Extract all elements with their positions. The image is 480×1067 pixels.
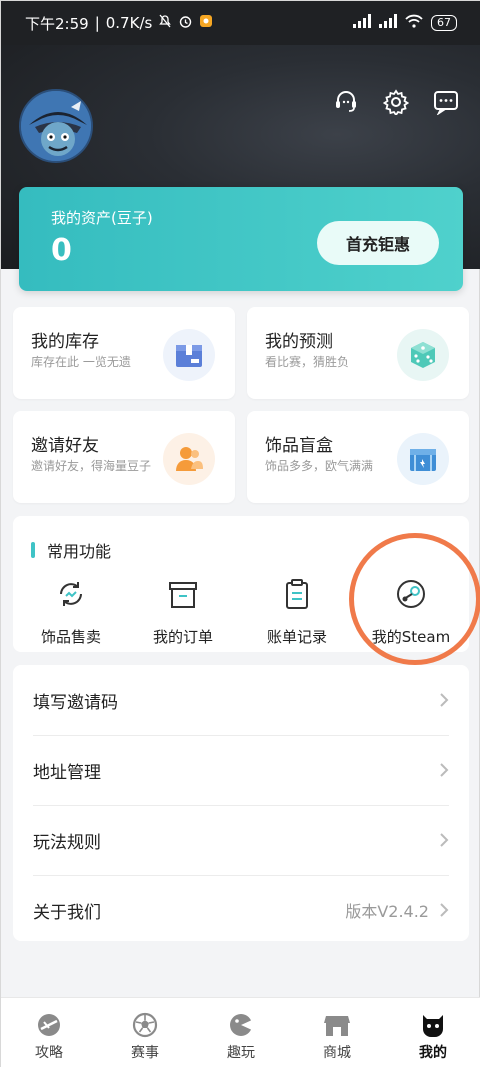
list-item-address[interactable]: 地址管理 <box>13 735 469 805</box>
section-accent-bar <box>31 542 35 558</box>
tab-label: 商城 <box>323 1045 351 1061</box>
fun-icon <box>230 1014 252 1036</box>
trade-icon <box>21 576 121 612</box>
function-sell-items[interactable]: 饰品售卖 <box>21 576 121 647</box>
tab-label: 攻略 <box>35 1045 63 1061</box>
guide-icon <box>38 1014 60 1036</box>
function-label: 账单记录 <box>266 628 327 646</box>
list-item-label: 关于我们 <box>33 902 101 923</box>
tab-profile[interactable]: 我的 <box>385 998 480 1067</box>
asset-label: 我的资产(豆子) <box>51 209 153 227</box>
card-title: 饰品盲盒 <box>265 436 333 456</box>
blind-box-icon <box>397 433 449 485</box>
tab-guide[interactable]: 攻略 <box>1 998 97 1067</box>
first-recharge-button[interactable]: 首充钜惠 <box>317 221 439 265</box>
tab-events[interactable]: 赛事 <box>97 998 193 1067</box>
card-title: 我的库存 <box>31 332 99 352</box>
signal-2-icon <box>379 14 397 32</box>
app-screen: 下午2:59 | 0.7K/s 67 我的资产(豆子) 0 首充钜惠 我的库存 … <box>0 0 480 1067</box>
wifi-icon <box>405 14 423 32</box>
chevron-right-icon <box>440 903 449 917</box>
card-subtitle: 库存在此 一览无遗 <box>31 355 131 369</box>
chevron-right-icon <box>440 833 449 847</box>
network-speed: 0.7K/s <box>105 14 153 32</box>
status-time: 下午2:59 <box>25 14 89 33</box>
card-title: 邀请好友 <box>31 436 99 456</box>
dice-icon <box>397 329 449 381</box>
list-item-label: 填写邀请码 <box>33 692 118 713</box>
avatar[interactable] <box>19 89 93 163</box>
list-item-rules[interactable]: 玩法规则 <box>13 805 469 875</box>
card-subtitle: 看比赛，猜胜负 <box>265 355 350 369</box>
blind-box-card[interactable]: 饰品盲盒 饰品多多，欧气满满 <box>247 411 469 503</box>
bill-icon <box>247 576 347 612</box>
bottom-tab-bar: 攻略 赛事 趣玩 商城 我的 <box>1 997 480 1067</box>
status-bar: 下午2:59 | 0.7K/s 67 <box>1 1 480 45</box>
function-label: 饰品售卖 <box>40 628 101 646</box>
prediction-card[interactable]: 我的预测 看比赛，猜胜负 <box>247 307 469 399</box>
asset-card: 我的资产(豆子) 0 首充钜惠 <box>19 187 463 291</box>
list-item-label: 玩法规则 <box>33 832 101 853</box>
alarm-icon <box>178 14 193 33</box>
customer-service-icon[interactable] <box>333 89 359 115</box>
inventory-card[interactable]: 我的库存 库存在此 一览无遗 <box>13 307 235 399</box>
profile-icon <box>423 1015 443 1037</box>
gear-icon[interactable] <box>383 89 409 115</box>
signal-icon <box>353 14 371 32</box>
mute-icon <box>158 14 172 32</box>
tab-label: 我的 <box>419 1045 447 1061</box>
list-item-label: 地址管理 <box>33 762 101 783</box>
chevron-right-icon <box>440 693 449 707</box>
chevron-right-icon <box>440 763 449 777</box>
card-subtitle: 邀请好友，得海量豆子 <box>31 459 152 473</box>
settings-list: 填写邀请码 地址管理 玩法规则 关于我们 版本V2.4.2 <box>13 665 469 941</box>
tab-fun[interactable]: 趣玩 <box>193 998 289 1067</box>
soccer-ball-icon <box>132 1012 158 1038</box>
highlight-circle-annotation <box>349 533 480 665</box>
list-item-about[interactable]: 关于我们 版本V2.4.2 <box>13 875 469 945</box>
list-item-invite-code[interactable]: 填写邀请码 <box>13 665 469 735</box>
message-icon[interactable] <box>433 89 459 115</box>
invite-card[interactable]: 邀请好友 邀请好友，得海量豆子 <box>13 411 235 503</box>
function-label: 我的订单 <box>152 628 213 646</box>
tab-label: 趣玩 <box>227 1045 255 1061</box>
section-title: 常用功能 <box>47 542 112 561</box>
order-icon <box>133 576 233 612</box>
card-subtitle: 饰品多多，欧气满满 <box>265 459 374 473</box>
battery-indicator: 67 <box>431 15 457 31</box>
function-my-orders[interactable]: 我的订单 <box>133 576 233 647</box>
tab-label: 赛事 <box>131 1045 159 1061</box>
version-text: 版本V2.4.2 <box>345 902 429 921</box>
invite-friends-icon <box>163 433 215 485</box>
inventory-box-icon <box>163 329 215 381</box>
asset-value: 0 <box>51 233 72 268</box>
app-notification-icon <box>199 14 213 32</box>
tab-shop[interactable]: 商城 <box>289 998 385 1067</box>
function-bill-records[interactable]: 账单记录 <box>247 576 347 647</box>
card-title: 我的预测 <box>265 332 333 352</box>
shop-icon <box>324 1016 350 1036</box>
